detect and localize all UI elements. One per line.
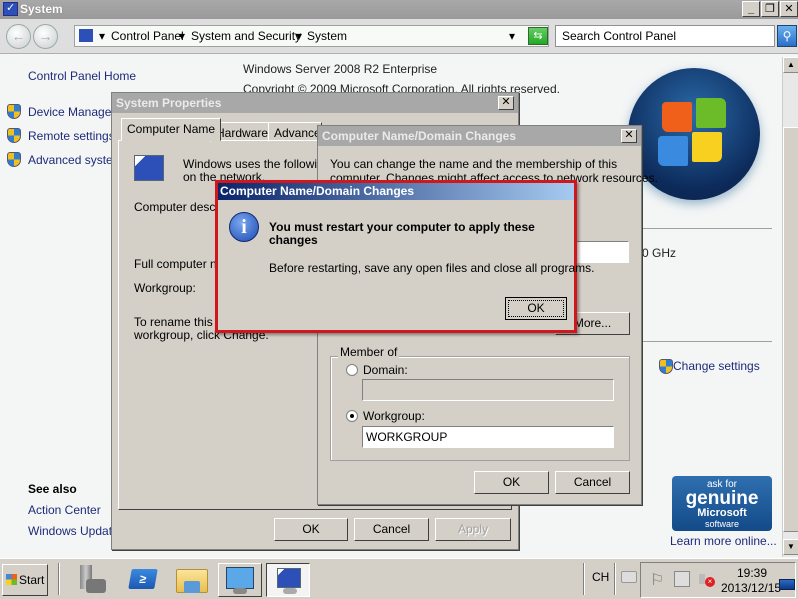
remote-settings-link[interactable]: Remote settings [28,129,115,143]
scrollbar-thumb[interactable] [783,127,798,532]
domain-changes-ok-button[interactable]: OK [474,471,549,494]
change-settings-link[interactable]: Change settings [673,359,760,373]
workgroup-label: Workgroup: [134,281,196,295]
genuine-microsoft-badge[interactable]: ask for genuine Microsoft software [672,476,772,531]
domain-label: Domain: [363,363,408,377]
search-button[interactable]: ⚲ [777,25,797,47]
keyboard-icon[interactable] [621,571,637,583]
system-properties-title: System Properties [112,93,518,113]
breadcrumb-chevron-icon[interactable]: ▾ [179,29,185,43]
taskbar-separator [614,563,616,595]
search-icon: ⚲ [782,29,792,43]
control-panel-icon[interactable] [218,563,262,597]
action-center-flag-icon[interactable]: ⚐ [650,570,664,590]
info-icon: i [229,212,259,242]
breadcrumb-control-panel[interactable]: Control Panel [111,29,184,43]
taskbar-separator [58,563,60,595]
windows-explorer-icon[interactable] [172,563,216,597]
restart-required-dialog: Computer Name/Domain Changes i You must … [218,183,595,330]
taskbar-separator [583,563,585,595]
shield-icon [7,128,21,143]
scroll-down-icon[interactable]: ▼ [783,539,798,555]
restore-button[interactable]: ❐ [761,1,779,17]
computer-icon [134,155,164,181]
forward-button[interactable]: → [33,24,58,49]
language-indicator[interactable]: CH [592,570,609,584]
device-manager-link[interactable]: Device Manager [28,105,115,119]
restart-heading-line2: changes [269,233,318,247]
domain-changes-title: Computer Name/Domain Changes [318,126,641,146]
genuine-line2: genuine [685,488,759,509]
system-icon[interactable] [266,563,310,597]
back-arrow-icon: ← [11,28,26,44]
breadcrumb-chevron-icon[interactable]: ▾ [296,29,302,43]
back-button[interactable]: ← [6,24,31,49]
domain-radio[interactable] [346,364,358,376]
member-of-label: Member of [338,345,400,359]
breadcrumb-system-security[interactable]: System and Security [191,29,301,43]
start-button[interactable]: Start [2,564,48,596]
start-label: Start [19,573,45,587]
control-panel-home-link[interactable]: Control Panel Home [28,69,136,83]
vertical-scrollbar[interactable]: ▲ ▼ [782,57,798,557]
search-input[interactable]: Search Control Panel [555,25,775,47]
genuine-line4: software [704,519,739,529]
system-app-icon [3,1,18,16]
intro-line1: Windows uses the following [183,157,331,171]
notification-area: ⚐ × 19:39 2013/12/15 [640,562,796,598]
shield-icon [7,104,21,119]
window-title: System [20,2,63,16]
clock-date[interactable]: 2013/12/15 [721,581,781,595]
network-icon[interactable] [674,571,690,587]
system-properties-cancel-button[interactable]: Cancel [354,518,429,541]
tab-advanced[interactable]: Advanced [268,122,322,142]
volume-muted-icon[interactable]: × [699,571,715,587]
forward-arrow-icon: → [38,28,53,44]
minimize-button[interactable]: _ [742,1,760,17]
domain-changes-cancel-button[interactable]: Cancel [555,471,630,494]
refresh-button[interactable]: ⇆ [528,27,548,45]
breadcrumb-chevron-icon[interactable]: ▾ [99,29,105,43]
tab-computer-name[interactable]: Computer Name [121,118,222,141]
workgroup-label: Workgroup: [363,409,425,423]
address-bar[interactable]: ▾ Control Panel ▾ System and Security ▾ … [74,25,549,47]
processor-speed-text: 0 GHz [642,246,677,260]
close-button[interactable]: ✕ [780,1,798,17]
address-dropdown-icon[interactable]: ▾ [509,29,515,43]
shield-icon [7,152,21,167]
windows-edition: Windows Server 2008 R2 Enterprise [243,62,438,76]
windows-logo-icon [6,574,17,585]
domain-input[interactable] [362,379,614,401]
workgroup-input[interactable]: WORKGROUP [362,426,614,448]
powershell-icon[interactable]: ≥ [122,563,166,597]
windows-update-link[interactable]: Windows Update [28,524,119,538]
domain-changes-close-button[interactable]: ✕ [621,129,637,143]
shield-icon [659,359,673,374]
section-divider [642,341,772,342]
restart-ok-button[interactable]: OK [505,297,567,320]
breadcrumb-system[interactable]: System [307,29,347,43]
see-also-heading: See also [28,482,77,496]
computer-icon [79,29,93,42]
refresh-icon: ⇆ [533,30,543,42]
navigation-bar: ← → ▾ Control Panel ▾ System and Securit… [0,19,798,54]
scroll-up-icon[interactable]: ▲ [783,57,798,73]
section-divider [630,228,772,229]
workgroup-radio[interactable] [346,410,358,422]
restart-dialog-title: Computer Name/Domain Changes [218,183,574,200]
taskbar: Start ≥ CH ⚐ × 19:39 2013/12/15 [0,558,798,599]
restart-message: Before restarting, save any open files a… [269,261,595,275]
system-properties-apply-button[interactable]: Apply [435,518,511,541]
show-desktop-button[interactable] [779,579,795,590]
learn-more-link[interactable]: Learn more online... [670,534,777,548]
system-properties-close-button[interactable]: ✕ [498,96,514,110]
system-properties-ok-button[interactable]: OK [274,518,348,541]
server-manager-icon[interactable] [70,563,114,597]
action-center-link[interactable]: Action Center [28,503,101,517]
clock-time[interactable]: 19:39 [737,566,767,580]
window-title-bar: System _ ❐ ✕ [0,0,798,19]
domain-intro-line1: You can change the name and the membersh… [330,157,618,171]
restart-heading-line1: You must restart your computer to apply … [269,220,535,234]
